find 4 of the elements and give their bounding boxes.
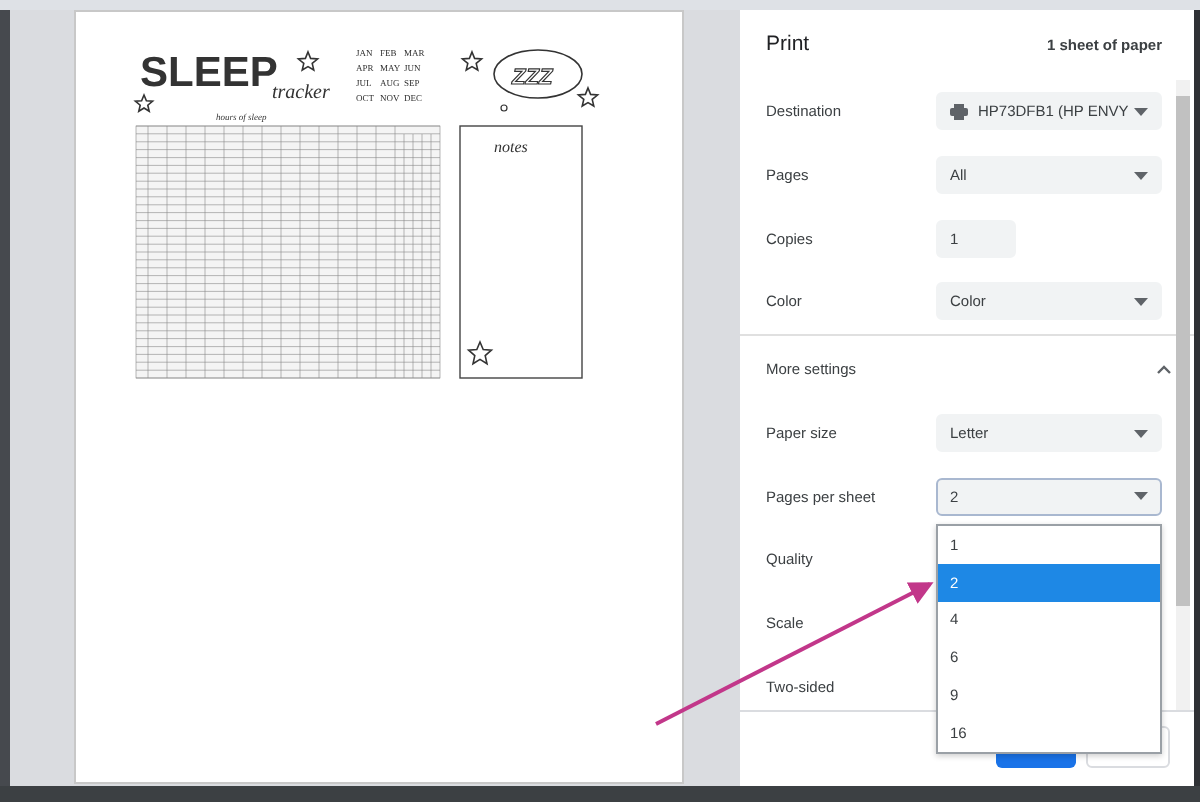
tracker-subtitle: tracker <box>272 82 330 104</box>
cloud-text: ZZZ <box>512 66 553 90</box>
panel-title: Print <box>766 29 810 60</box>
notes-title: notes <box>494 138 528 156</box>
